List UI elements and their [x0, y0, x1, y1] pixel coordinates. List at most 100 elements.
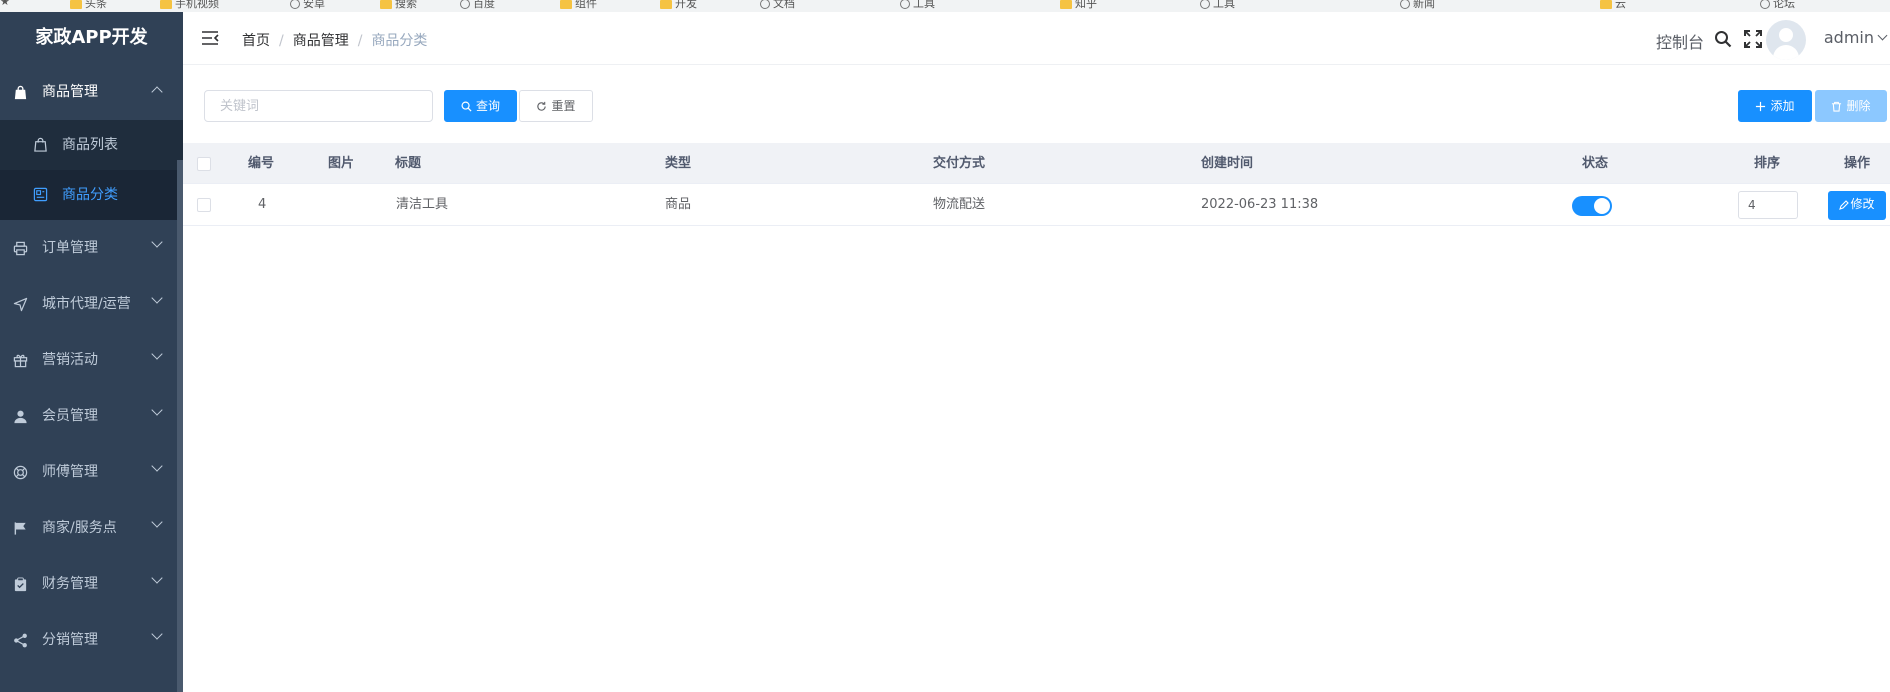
reset-button-label: 重置	[551, 99, 576, 113]
folder-icon	[1600, 0, 1612, 9]
chevron-down-icon	[151, 348, 163, 360]
breadcrumb-separator: /	[357, 33, 363, 49]
edit-button-label: 修改	[1850, 197, 1875, 211]
status-toggle[interactable]	[1572, 196, 1612, 216]
sidebar-item-label: 城市代理/运营	[42, 296, 131, 312]
bookmark-item[interactable]: 工具	[1200, 0, 1235, 10]
column-header: 操作	[1844, 156, 1871, 171]
sidebar-item-goods[interactable]: 商品管理	[0, 64, 183, 120]
avatar-head	[1779, 28, 1793, 42]
globe-icon	[460, 0, 470, 9]
sidebar-item-merchants[interactable]: 商家/服务点	[0, 500, 183, 556]
table-row: 4 清洁工具 商品 物流配送 2022-06-23 11:38 4 修改	[183, 184, 1890, 226]
sidebar-item-label: 商家/服务点	[42, 520, 117, 536]
sidebar-item-distribution[interactable]: 分销管理	[0, 612, 183, 668]
sidebar-item-masters[interactable]: 师傅管理	[0, 444, 183, 500]
column-header: 标题	[395, 156, 422, 171]
bookmark-item[interactable]: 知乎	[1060, 0, 1097, 10]
sidebar-item-orders[interactable]: 订单管理	[0, 220, 183, 276]
bookmark-item[interactable]: 安卓	[290, 0, 325, 10]
query-button[interactable]: 查询	[444, 90, 517, 122]
bookmark-item[interactable]: 百度	[460, 0, 495, 10]
bag-outline-icon	[34, 137, 47, 152]
cell-created-time: 2022-06-23 11:38	[1201, 197, 1319, 212]
keyword-search-input[interactable]	[204, 90, 433, 122]
header-right: 控制台 admin	[1590, 12, 1890, 65]
add-button-label: 添加	[1770, 99, 1795, 113]
menu-fold-icon[interactable]	[201, 29, 219, 47]
breadcrumb-separator: /	[279, 33, 284, 49]
bookmark-item[interactable]: 云	[1600, 0, 1626, 10]
toggle-knob	[1594, 198, 1610, 214]
printer-icon	[13, 241, 28, 256]
fullscreen-icon[interactable]	[1744, 30, 1762, 48]
sidebar-item-members[interactable]: 会员管理	[0, 388, 183, 444]
bookmark-item[interactable]: 论坛	[1760, 0, 1795, 10]
bookmark-item[interactable]: 搜索	[380, 0, 417, 10]
search-icon[interactable]	[1714, 30, 1732, 48]
sidebar-item-goods-list[interactable]: 商品列表	[0, 120, 183, 170]
chevron-down-icon[interactable]	[1877, 30, 1888, 41]
sidebar-item-label: 会员管理	[42, 408, 98, 424]
column-header: 排序	[1754, 156, 1781, 171]
user-icon	[14, 410, 27, 424]
shopping-bag-icon	[14, 85, 27, 100]
bookmark-item[interactable]: 工具	[900, 0, 935, 10]
folder-icon	[160, 0, 172, 9]
app-title: 家政APP开发	[35, 27, 148, 48]
column-header: 类型	[665, 156, 692, 171]
breadcrumb-goods[interactable]: 商品管理	[293, 33, 349, 49]
sidebar-item-label: 财务管理	[42, 576, 98, 592]
lifebuoy-icon	[13, 465, 28, 480]
row-checkbox[interactable]	[197, 198, 211, 212]
sidebar-item-label: 商品管理	[42, 84, 98, 100]
sidebar-item-finance[interactable]: 财务管理	[0, 556, 183, 612]
bookmark-item[interactable]: 开发	[660, 0, 697, 10]
console-link[interactable]: 控制台	[1656, 29, 1704, 53]
edit-button[interactable]: 修改	[1828, 191, 1886, 220]
cell-title: 清洁工具	[396, 197, 449, 212]
chevron-down-icon	[151, 460, 163, 472]
folder-icon	[560, 0, 572, 9]
sidebar-scrollbar[interactable]	[177, 160, 183, 692]
globe-icon	[1200, 0, 1210, 9]
cell-delivery: 物流配送	[933, 197, 986, 212]
globe-icon	[760, 0, 770, 9]
bookmark-item[interactable]: 文档	[760, 0, 795, 10]
search-icon	[461, 101, 472, 112]
table-header: 编号 图片 标题 类型 交付方式 创建时间 状态 排序 操作	[183, 143, 1890, 184]
category-icon	[33, 187, 48, 202]
bookmark-star-icon[interactable]: ★	[0, 0, 10, 8]
breadcrumb-home[interactable]: 首页	[242, 33, 270, 49]
add-button[interactable]: 添加	[1738, 90, 1812, 122]
trash-icon	[1832, 101, 1842, 112]
sidebar: 家政APP开发 商品管理 商品列表 商品分类 订单管理 城市代理/运营 营销活动…	[0, 12, 183, 692]
sidebar-item-city-agent[interactable]: 城市代理/运营	[0, 276, 183, 332]
bookmark-item[interactable]: 新闻	[1400, 0, 1435, 10]
chevron-down-icon	[151, 516, 163, 528]
chevron-down-icon	[151, 628, 163, 640]
user-name[interactable]: admin	[1824, 28, 1874, 47]
folder-icon	[1060, 0, 1072, 9]
chevron-down-icon	[151, 236, 163, 248]
column-header: 图片	[328, 156, 355, 171]
sidebar-item-goods-category[interactable]: 商品分类	[0, 170, 183, 220]
gift-icon	[13, 354, 28, 368]
reset-button[interactable]: 重置	[519, 90, 593, 122]
edit-icon	[1839, 199, 1850, 210]
chevron-up-icon	[151, 86, 163, 98]
avatar[interactable]	[1766, 20, 1806, 60]
sidebar-item-marketing[interactable]: 营销活动	[0, 332, 183, 388]
sidebar-item-label: 分销管理	[42, 632, 98, 648]
sort-input[interactable]: 4	[1738, 191, 1798, 219]
bookmark-bar: ★ 头条 手机视频 安卓 搜索 百度 组件 开发 文档 工具 知乎 工具 新闻 …	[0, 0, 1890, 12]
bookmark-item[interactable]: 组件	[560, 0, 597, 10]
bookmark-item[interactable]: 手机视频	[160, 0, 219, 10]
share-icon	[14, 633, 27, 648]
select-all-checkbox[interactable]	[197, 157, 211, 171]
delete-button[interactable]: 删除	[1815, 90, 1887, 122]
folder-icon	[380, 0, 392, 9]
category-table: 编号 图片 标题 类型 交付方式 创建时间 状态 排序 操作 4 清洁工具 商品…	[183, 143, 1890, 226]
bookmark-item[interactable]: 头条	[70, 0, 107, 10]
column-header: 交付方式	[933, 156, 986, 171]
